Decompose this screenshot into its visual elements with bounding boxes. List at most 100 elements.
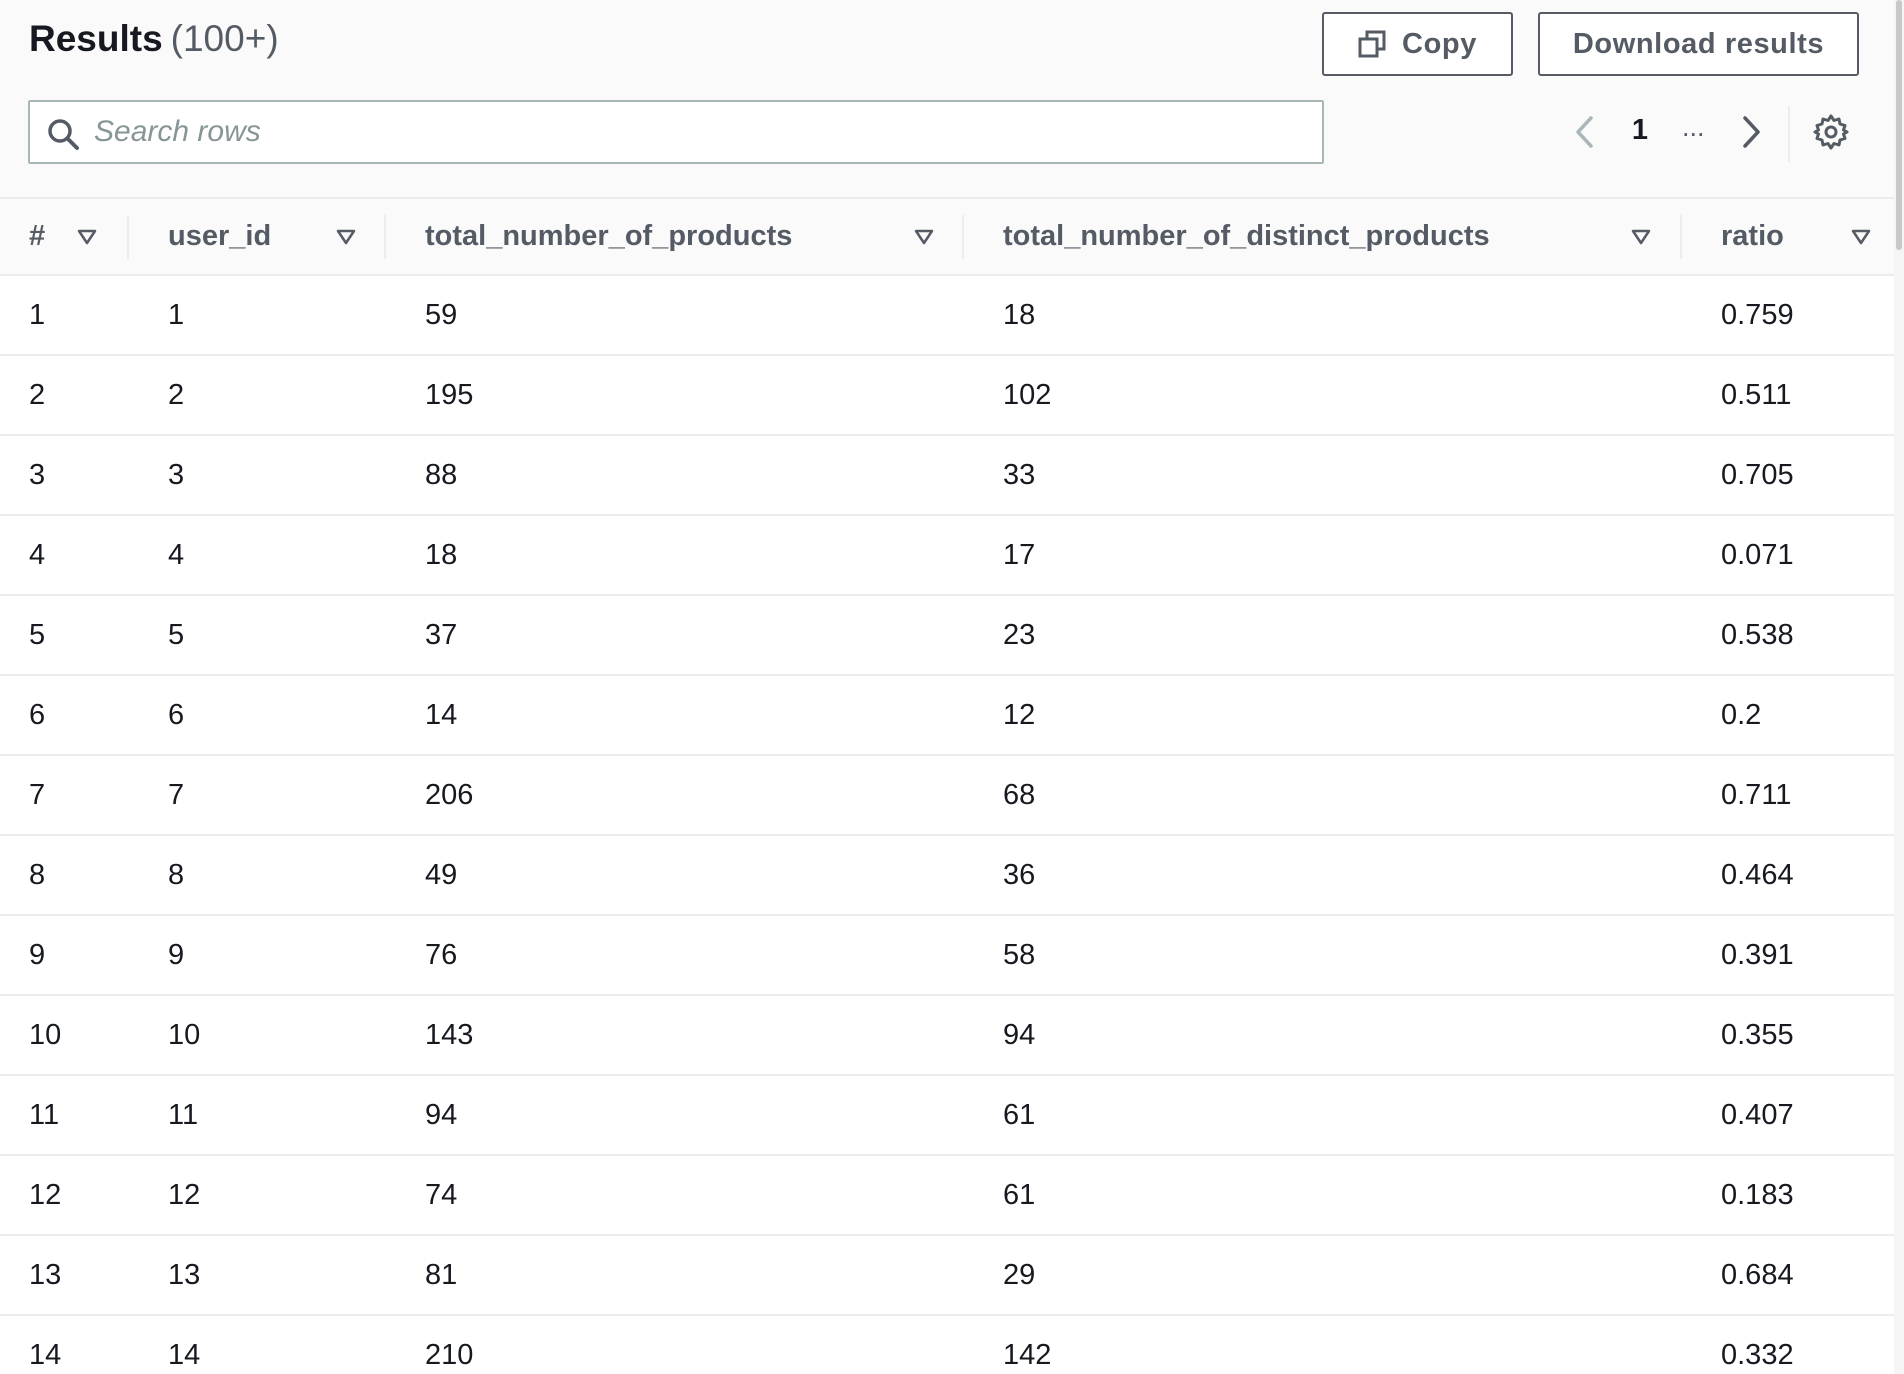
cell-ratio: 0.332 <box>1721 1338 1794 1371</box>
cell-index: 13 <box>29 1258 62 1291</box>
next-page-button[interactable] <box>1736 112 1766 152</box>
cell-index: 2 <box>29 378 46 411</box>
cell-user-id: 6 <box>168 698 185 731</box>
cell-index: 14 <box>29 1338 62 1371</box>
scrollbar-thumb[interactable] <box>1896 0 1902 250</box>
table-body: 1 1 59 18 0.759 2 2 195 102 0.511 3 3 88… <box>0 276 1896 1374</box>
results-panel: Results (100+) Copy Download results Sea… <box>0 0 1904 1374</box>
cell-distinct-products: 61 <box>1003 1098 1036 1131</box>
cell-ratio: 0.355 <box>1721 1018 1794 1051</box>
column-header-label: total_number_of_distinct_products <box>1003 220 1490 252</box>
column-resizer[interactable] <box>127 215 129 259</box>
column-header-ratio[interactable]: ratio <box>1721 199 1881 274</box>
cell-ratio: 0.183 <box>1721 1178 1794 1211</box>
search-box <box>28 100 1324 164</box>
cell-distinct-products: 102 <box>1003 378 1052 411</box>
cell-index: 11 <box>29 1098 60 1131</box>
cell-total-products: 59 <box>425 298 458 331</box>
cell-distinct-products: 61 <box>1003 1178 1036 1211</box>
cell-user-id: 8 <box>168 858 185 891</box>
cell-total-products: 206 <box>425 778 474 811</box>
chevron-right-icon <box>1743 116 1760 148</box>
cell-total-products: 74 <box>425 1178 458 1211</box>
cell-ratio: 0.538 <box>1721 618 1794 651</box>
column-header-total-number-of-distinct-products[interactable]: total_number_of_distinct_products <box>1003 199 1663 274</box>
cell-index: 4 <box>29 538 46 571</box>
cell-distinct-products: 58 <box>1003 938 1036 971</box>
cell-ratio: 0.705 <box>1721 458 1794 491</box>
cell-user-id: 1 <box>168 298 185 331</box>
cell-user-id: 11 <box>168 1098 199 1131</box>
cell-total-products: 76 <box>425 938 458 971</box>
column-header-user-id[interactable]: user_id <box>168 199 368 274</box>
table-row: 13 13 81 29 0.684 <box>0 1236 1896 1316</box>
cell-total-products: 37 <box>425 618 458 651</box>
cell-user-id: 7 <box>168 778 185 811</box>
table-row: 14 14 210 142 0.332 <box>0 1316 1896 1374</box>
cell-index: 7 <box>29 778 46 811</box>
page-ellipsis: ... <box>1682 112 1705 142</box>
cell-ratio: 0.2 <box>1721 698 1762 731</box>
cell-ratio: 0.711 <box>1721 778 1792 811</box>
column-resizer[interactable] <box>384 215 386 259</box>
cell-index: 5 <box>29 618 46 651</box>
cell-ratio: 0.407 <box>1721 1098 1794 1131</box>
cell-total-products: 210 <box>425 1338 474 1371</box>
cell-distinct-products: 17 <box>1003 538 1036 571</box>
cell-ratio: 0.391 <box>1721 938 1794 971</box>
preferences-button[interactable] <box>1812 113 1850 151</box>
download-label: Download results <box>1572 27 1825 60</box>
cell-total-products: 81 <box>425 1258 458 1291</box>
cell-index: 6 <box>29 698 46 731</box>
cell-user-id: 14 <box>168 1338 201 1371</box>
cell-user-id: 12 <box>168 1178 201 1211</box>
search-icon <box>46 117 80 156</box>
table-row: 8 8 49 36 0.464 <box>0 836 1896 916</box>
table-row: 9 9 76 58 0.391 <box>0 916 1896 996</box>
table-row: 10 10 143 94 0.355 <box>0 996 1896 1076</box>
cell-total-products: 14 <box>425 698 458 731</box>
column-header-label: total_number_of_products <box>425 220 793 252</box>
column-header-total-number-of-products[interactable]: total_number_of_products <box>425 199 945 274</box>
gear-icon <box>1813 114 1849 150</box>
cell-ratio: 0.684 <box>1721 1258 1794 1291</box>
page-number-current[interactable]: 1 <box>1630 114 1650 147</box>
cell-ratio: 0.071 <box>1721 538 1794 571</box>
cell-ratio: 0.759 <box>1721 298 1794 331</box>
table-row: 4 4 18 17 0.071 <box>0 516 1896 596</box>
table-row: 2 2 195 102 0.511 <box>0 356 1896 436</box>
sort-icon <box>1851 229 1871 245</box>
cell-distinct-products: 68 <box>1003 778 1036 811</box>
cell-user-id: 5 <box>168 618 185 651</box>
cell-distinct-products: 18 <box>1003 298 1036 331</box>
table-row: 11 11 94 61 0.407 <box>0 1076 1896 1156</box>
search-input[interactable] <box>94 108 1304 156</box>
column-header-index[interactable]: # <box>29 199 109 274</box>
cell-index: 8 <box>29 858 46 891</box>
cell-index: 10 <box>29 1018 62 1051</box>
cell-user-id: 9 <box>168 938 185 971</box>
cell-index: 1 <box>29 298 46 331</box>
cell-distinct-products: 33 <box>1003 458 1036 491</box>
column-resizer[interactable] <box>962 215 964 259</box>
results-count: (100+) <box>170 18 279 59</box>
column-resizer[interactable] <box>1680 215 1682 259</box>
cell-ratio: 0.511 <box>1721 378 1792 411</box>
cell-distinct-products: 23 <box>1003 618 1036 651</box>
column-header-label: ratio <box>1721 220 1784 252</box>
copy-button[interactable]: Copy <box>1322 12 1513 76</box>
download-results-button[interactable]: Download results <box>1538 12 1859 76</box>
table-row: 5 5 37 23 0.538 <box>0 596 1896 676</box>
copy-icon <box>1358 30 1386 58</box>
table-row: 7 7 206 68 0.711 <box>0 756 1896 836</box>
cell-total-products: 49 <box>425 858 458 891</box>
copy-label: Copy <box>1402 27 1477 60</box>
table-row: 6 6 14 12 0.2 <box>0 676 1896 756</box>
page-title: Results (100+) <box>29 18 279 60</box>
previous-page-button[interactable] <box>1570 112 1600 152</box>
toolbar-divider <box>1788 106 1790 162</box>
sort-icon <box>1631 229 1651 245</box>
cell-ratio: 0.464 <box>1721 858 1794 891</box>
cell-user-id: 10 <box>168 1018 201 1051</box>
sort-icon <box>336 229 356 245</box>
